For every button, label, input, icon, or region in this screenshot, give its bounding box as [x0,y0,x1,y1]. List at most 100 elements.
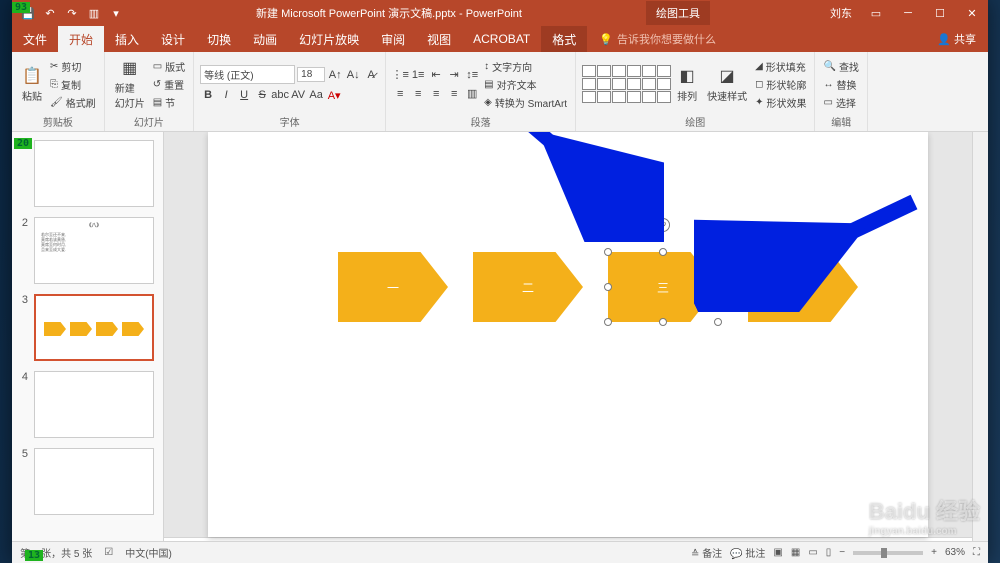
shadow-button[interactable]: abc [272,87,288,103]
handle-ne[interactable] [714,248,722,256]
bullets-button[interactable]: ⋮≡ [392,67,408,83]
tab-format[interactable]: 格式 [541,26,587,52]
reading-view-icon[interactable]: ▭ [808,547,817,558]
section-button[interactable]: ▤节 [151,94,187,111]
window-title: 新建 Microsoft PowerPoint 演示文稿.pptx - Powe… [132,5,646,21]
align-right-button[interactable]: ≡ [428,86,444,102]
redo-icon[interactable]: ↷ [64,5,80,21]
indent-button[interactable]: ⇥ [446,67,462,83]
tab-home[interactable]: 开始 [58,26,104,52]
handle-sw[interactable] [604,318,612,326]
notes-toggle[interactable]: ≙ 备注 [691,545,722,560]
columns-button[interactable]: ▥ [464,86,480,102]
spacing-button[interactable]: AV [290,87,306,103]
zoom-slider[interactable] [853,551,923,555]
shape-effects-button[interactable]: ✦形状效果 [753,94,808,111]
comments-toggle[interactable]: 💬 批注 [730,545,765,560]
shape-outline-button[interactable]: ◻形状轮廓 [753,76,808,93]
quick-styles-button[interactable]: ◪快速样式 [703,64,751,105]
close-icon[interactable]: ✕ [956,0,988,26]
numbering-button[interactable]: 1≡ [410,67,426,83]
thumb-2[interactable]: 2《八》若尔至还不来,莫席若该黄昏,莫席至何时月,且来至成大爱. [18,217,157,284]
vertical-scrollbar[interactable] [972,132,988,541]
font-color-button[interactable]: A▾ [326,87,342,103]
handle-n[interactable] [659,248,667,256]
shape-1[interactable]: 一 [338,252,448,322]
grow-font-icon[interactable]: A↑ [327,67,343,83]
arrange-button[interactable]: ◧排列 [673,64,701,105]
qat-more-icon[interactable]: ▾ [108,5,124,21]
outdent-button[interactable]: ⇤ [428,67,444,83]
maximize-icon[interactable]: ☐ [924,0,956,26]
find-button[interactable]: 🔍查找 [821,58,860,75]
sorter-view-icon[interactable]: ▦ [791,547,800,558]
cut-button[interactable]: ✂剪切 [48,58,98,75]
case-button[interactable]: Aa [308,87,324,103]
slide-holder[interactable]: 一 二 三 [164,132,972,537]
smartart-button[interactable]: ◈转换为 SmartArt [482,94,569,111]
shape-3[interactable]: 三 [608,252,718,322]
thumb-5[interactable]: 5 [18,448,157,515]
undo-icon[interactable]: ↶ [42,5,58,21]
justify-button[interactable]: ≡ [446,86,462,102]
rotate-handle[interactable] [656,218,670,232]
shape-fill-button[interactable]: ◢形状填充 [753,58,808,75]
format-painter-button[interactable]: 🖌格式刷 [48,94,98,111]
tab-animations[interactable]: 动画 [242,26,288,52]
tab-view[interactable]: 视图 [416,26,462,52]
strike-button[interactable]: S [254,87,270,103]
align-text-button[interactable]: ▤对齐文本 [482,76,569,93]
layout-button[interactable]: ▭版式 [151,58,187,75]
align-center-button[interactable]: ≡ [410,86,426,102]
tab-acrobat[interactable]: ACROBAT [462,26,541,52]
handle-se[interactable] [714,318,722,326]
ribbon-options-icon[interactable]: ▭ [860,0,892,26]
shape-4[interactable] [748,252,858,322]
language-indicator[interactable]: 中文(中国) [125,545,172,560]
tab-transitions[interactable]: 切换 [196,26,242,52]
thumb-3[interactable]: 3 [18,294,157,361]
share-button[interactable]: 👤 共享 [937,31,976,47]
slideshow-view-icon[interactable]: ▯ [826,547,832,558]
line-spacing-button[interactable]: ↕≡ [464,67,480,83]
handle-s[interactable] [659,318,667,326]
underline-button[interactable]: U [236,87,252,103]
minimize-icon[interactable]: ─ [892,0,924,26]
paste-button[interactable]: 📋粘贴 [18,64,46,105]
replace-button[interactable]: ↔替换 [821,76,860,93]
font-name-select[interactable]: 等线 (正文) [200,65,295,84]
zoom-out-button[interactable]: − [839,547,845,558]
tab-slideshow[interactable]: 幻灯片放映 [288,26,370,52]
handle-w[interactable] [604,283,612,291]
shape-gallery[interactable] [582,65,671,103]
font-size-select[interactable]: 18 [297,67,325,82]
zoom-in-button[interactable]: + [931,547,937,558]
bold-button[interactable]: B [200,87,216,103]
shrink-font-icon[interactable]: A↓ [345,67,361,83]
tab-design[interactable]: 设计 [150,26,196,52]
align-left-button[interactable]: ≡ [392,86,408,102]
start-from-beginning-icon[interactable]: ▥ [86,5,102,21]
tell-me[interactable]: 💡告诉我你想要做什么 [599,31,716,47]
new-slide-button[interactable]: ▦新建 幻灯片 [111,56,149,112]
spell-check-icon[interactable]: ☑ [104,547,113,558]
clear-format-icon[interactable]: A̷ [363,67,379,83]
tab-review[interactable]: 审阅 [370,26,416,52]
fit-window-icon[interactable]: ⛶ [973,547,980,558]
shape-2[interactable]: 二 [473,252,583,322]
reset-button[interactable]: ↺重置 [151,76,187,93]
thumb-4[interactable]: 4 [18,371,157,438]
user-name[interactable]: 刘东 [830,5,852,21]
italic-button[interactable]: I [218,87,234,103]
text-direction-button[interactable]: ↕文字方向 [482,58,569,75]
tab-insert[interactable]: 插入 [104,26,150,52]
shape-3-selection[interactable]: 三 [608,242,718,332]
zoom-level[interactable]: 63% [945,547,965,558]
handle-nw[interactable] [604,248,612,256]
select-button[interactable]: ▭选择 [821,94,860,111]
tab-file[interactable]: 文件 [12,26,58,52]
copy-button[interactable]: ⎘复制 [48,76,98,93]
thumb-1[interactable]: 1 [18,140,157,207]
handle-e[interactable] [714,283,722,291]
normal-view-icon[interactable]: ▣ [773,547,782,558]
